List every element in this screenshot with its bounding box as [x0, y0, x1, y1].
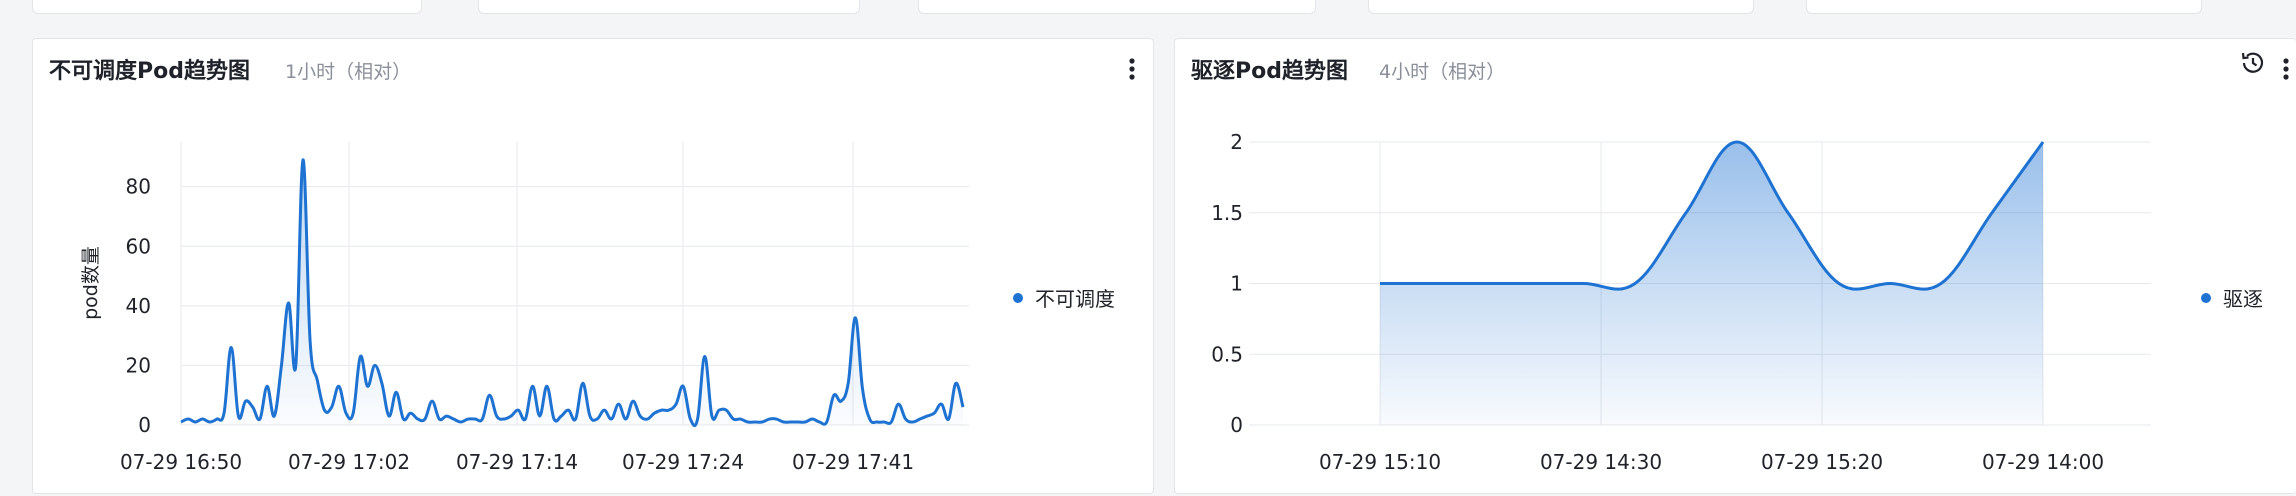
- y-tick-label: 0: [1230, 413, 1243, 437]
- y-tick-label: 40: [126, 294, 151, 318]
- x-tick-label: 07-29 17:02: [288, 450, 410, 474]
- x-tick-label: 07-29 16:50: [120, 450, 242, 474]
- x-tick-label: 07-29 17:14: [456, 450, 578, 474]
- card-stub-2: [478, 0, 860, 14]
- y-tick-label: 1.5: [1211, 201, 1243, 225]
- x-tick-label: 07-29 14:00: [1982, 450, 2104, 474]
- y-tick-label: 1: [1230, 272, 1243, 296]
- x-tick-label: 07-29 15:20: [1761, 450, 1883, 474]
- card-stub-1: [32, 0, 422, 14]
- x-tick-label: 07-29 17:24: [622, 450, 744, 474]
- unschedulable-pod-card: 不可调度Pod趋势图 1小时（相对） 不可调度 0 20 40 60 80 07-29 1…: [32, 38, 1154, 494]
- eviction-pod-card: 驱逐Pod趋势图 4小时（相对） 驱逐 0 0.5 1 1.5 2 07-29 15:10…: [1174, 38, 2296, 494]
- x-tick-label: 07-29 15:10: [1319, 450, 1441, 474]
- card-stub-4: [1368, 0, 1754, 14]
- card-stub-5: [1806, 0, 2202, 14]
- y-tick-label: 60: [126, 234, 151, 258]
- x-tick-label: 07-29 17:41: [792, 450, 914, 474]
- y-axis-title: pod数量: [80, 246, 102, 320]
- y-tick-label: 20: [126, 353, 151, 377]
- eviction-area-chart: 0 0.5 1 1.5 2 07-29 15:10 07-29 14:30 07-29 15:…: [1211, 130, 2151, 474]
- y-tick-label: 2: [1230, 130, 1243, 154]
- x-tick-label: 07-29 14:30: [1540, 450, 1662, 474]
- card-stub-3: [918, 0, 1316, 14]
- y-tick-label: 0: [138, 413, 151, 437]
- y-tick-label: 80: [126, 175, 151, 199]
- unschedulable-line-chart: 0 20 40 60 80 07-29 16:50 07-29 17:02 07-29 17:…: [80, 142, 969, 474]
- y-tick-label: 0.5: [1211, 342, 1243, 366]
